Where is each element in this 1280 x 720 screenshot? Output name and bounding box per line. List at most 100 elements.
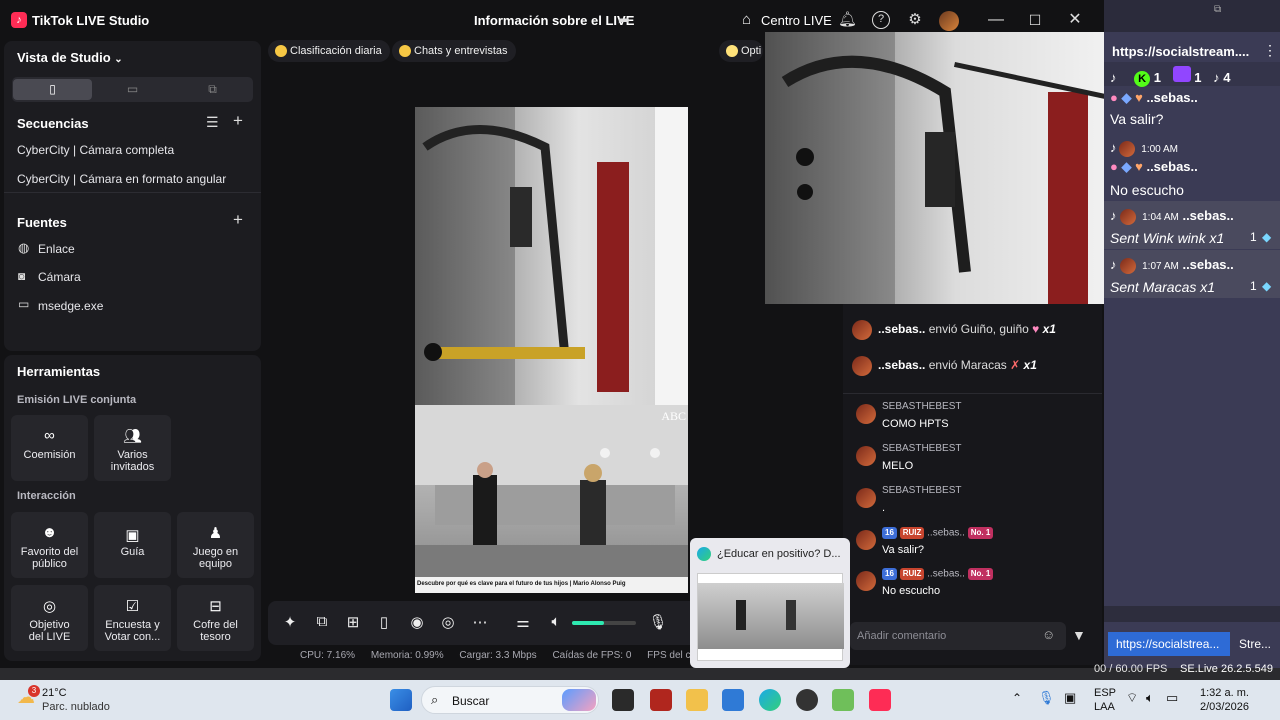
clock-date[interactable]: 2/03/2026 bbox=[1200, 701, 1249, 713]
restore-icon[interactable]: ⧉ bbox=[1214, 4, 1221, 15]
cohost-section-title: Emisión LIVE conjunta bbox=[17, 394, 137, 406]
edge-thumbnail-preview[interactable]: ¿Educar en positivo? D... bbox=[690, 538, 850, 668]
display-icon[interactable]: ▣ bbox=[1064, 690, 1076, 706]
file-explorer-icon[interactable] bbox=[686, 689, 708, 711]
wifi-icon[interactable]: ⌔ bbox=[1126, 690, 1138, 706]
chat-username: SEBASTHEBEST bbox=[882, 485, 962, 496]
live-info-title[interactable]: Información sobre el LIVE bbox=[474, 13, 634, 28]
status-bar: CPU: 7.16% Memoria: 0.99% Cargar: 3.3 Mb… bbox=[300, 650, 709, 661]
source-item-link[interactable]: Enlace bbox=[38, 242, 75, 256]
chat-username: ..sebas.. bbox=[927, 527, 965, 539]
battery-icon[interactable]: ▭ bbox=[1166, 690, 1178, 706]
source-item-camera[interactable]: Cámara bbox=[38, 270, 81, 284]
poll-label: Encuesta y Votar con... bbox=[104, 619, 161, 643]
language-label[interactable]: ESP bbox=[1094, 687, 1116, 699]
optimize-chip[interactable]: Opti bbox=[719, 40, 764, 62]
phone-icon[interactable]: ▯ bbox=[374, 613, 394, 631]
badge-icon: ● bbox=[1110, 90, 1118, 105]
filter-icon[interactable]: ▼ bbox=[1072, 627, 1086, 643]
edge-icon[interactable] bbox=[759, 689, 781, 711]
chevron-up-icon[interactable]: ⌃ bbox=[1012, 691, 1022, 705]
chat-icon bbox=[399, 45, 411, 57]
chat-username: SEBASTHEBEST bbox=[882, 443, 962, 454]
obs-icon[interactable] bbox=[796, 689, 818, 711]
ss-gift-count: 1 bbox=[1250, 279, 1257, 293]
diamond-icon: ◆ bbox=[1121, 90, 1132, 105]
socialstream-url[interactable]: https://socialstream.... bbox=[1112, 44, 1249, 59]
store-icon[interactable] bbox=[722, 689, 744, 711]
studio-panel: Vista de Studio ⌄ ▯ ▭ ⧉ Secuencias ☰ + C… bbox=[4, 41, 261, 351]
add-source-icon[interactable]: + bbox=[233, 210, 243, 230]
chat-badges: 16 RUIZ ..sebas.. No. 1 bbox=[882, 527, 994, 539]
horizontal-orientation-button[interactable]: ▭ bbox=[93, 79, 172, 100]
app-icon[interactable] bbox=[650, 689, 672, 711]
emoji-icon[interactable]: ☺ bbox=[1042, 627, 1055, 642]
source-item-msedge[interactable]: msedge.exe bbox=[38, 299, 103, 313]
taskbar-search[interactable]: ⌕ Buscar bbox=[421, 686, 599, 714]
more-icon[interactable]: ⋮ bbox=[1263, 42, 1277, 59]
cohost-button[interactable]: ∞ Coemisión bbox=[11, 415, 88, 481]
dual-orientation-button[interactable]: ⧉ bbox=[173, 79, 252, 100]
stream-preview[interactable]: ABC Descubre por qué es clave para el fu… bbox=[415, 107, 688, 593]
temperature: 21°C bbox=[42, 687, 67, 699]
share-icon[interactable]: ➦ bbox=[618, 11, 631, 29]
layout-label[interactable]: LAA bbox=[1094, 701, 1115, 713]
sliders-icon[interactable]: ⚌ bbox=[513, 613, 533, 631]
sequence-item[interactable]: CyberCity | Cámara completa bbox=[17, 143, 174, 157]
avatar[interactable] bbox=[939, 11, 959, 31]
magic-wand-icon[interactable]: ✦ bbox=[280, 613, 300, 631]
mic-icon[interactable]: 🎙︎ bbox=[1038, 690, 1055, 706]
tiktok-icon[interactable] bbox=[869, 689, 891, 711]
twitch-count: 1 bbox=[1194, 70, 1202, 85]
minimize-icon[interactable]: — bbox=[985, 9, 1007, 31]
avatar bbox=[856, 404, 876, 424]
volume-slider[interactable] bbox=[572, 621, 636, 625]
help-icon[interactable]: ? bbox=[872, 11, 890, 29]
multi-guest-button[interactable]: 👥︎ Varios invitados bbox=[94, 415, 171, 481]
home-icon[interactable]: ⌂ bbox=[742, 11, 751, 28]
treasure-chest-button[interactable]: ⊟ Cofre del tesoro bbox=[177, 585, 254, 651]
task-view-icon[interactable] bbox=[612, 689, 634, 711]
record-icon[interactable]: ◉ bbox=[407, 613, 427, 631]
vertical-orientation-button[interactable]: ▯ bbox=[13, 79, 92, 100]
guide-button[interactable]: ▣ Guía bbox=[94, 512, 171, 578]
poll-button[interactable]: ☑ Encuesta y Votar con... bbox=[94, 585, 171, 651]
audience-favorite-button[interactable]: ☻ Favorito del público bbox=[11, 512, 88, 578]
chat-text: Va salir? bbox=[882, 544, 924, 556]
list-icon[interactable]: ☰ bbox=[206, 114, 219, 131]
add-sequence-icon[interactable]: + bbox=[233, 111, 243, 131]
camera-preview-window[interactable] bbox=[765, 32, 1112, 304]
replay-icon[interactable]: ◎ bbox=[438, 613, 458, 631]
chats-interviews-chip[interactable]: Chats y entrevistas bbox=[392, 40, 516, 62]
live-center-button[interactable]: Centro LIVE bbox=[761, 13, 832, 28]
start-icon[interactable] bbox=[390, 689, 412, 711]
scene-icon[interactable]: ⧉ bbox=[312, 613, 332, 630]
sources-title: Fuentes bbox=[17, 215, 67, 230]
ss-tab[interactable]: https://socialstrea... bbox=[1108, 632, 1230, 656]
ss-tab[interactable]: Stre... bbox=[1239, 637, 1271, 651]
users-icon: 👥︎ bbox=[122, 428, 143, 445]
maximize-icon[interactable]: ☐ bbox=[1024, 9, 1046, 31]
ss-message-header: ● ◆ ♥ ..sebas.. bbox=[1110, 90, 1198, 106]
close-icon[interactable]: ✕ bbox=[1064, 9, 1086, 31]
more-icon[interactable]: ⋯ bbox=[470, 613, 490, 631]
stream-toolbar: ✦ ⧉ ⊞ ▯ ◉ ◎ ⋯ ⚌ 🔈︎ 🎙︎ bbox=[268, 601, 700, 645]
app-icon[interactable] bbox=[832, 689, 854, 711]
fan-badge: RUIZ bbox=[899, 568, 925, 580]
studio-view-dropdown[interactable]: Vista de Studio ⌄ bbox=[17, 50, 123, 65]
speaker-icon[interactable]: 🔈︎ bbox=[1146, 690, 1154, 706]
team-game-button[interactable]: ♟ Juego en equipo bbox=[177, 512, 254, 578]
clock-time[interactable]: 1:32 a. m. bbox=[1200, 687, 1249, 699]
daily-ranking-chip[interactable]: Clasificación diaria bbox=[268, 40, 390, 62]
gear-icon[interactable]: ⚙ bbox=[906, 11, 924, 29]
comment-input[interactable]: Añadir comentario bbox=[850, 622, 1066, 650]
ss-username: ..sebas.. bbox=[1146, 90, 1198, 105]
bell-icon[interactable]: 🔔︎ bbox=[838, 11, 857, 29]
volume-icon[interactable]: 🔈︎ bbox=[546, 613, 566, 630]
fan-badge: RUIZ bbox=[899, 527, 925, 539]
mic-muted-icon[interactable]: 🎙︎ bbox=[648, 613, 668, 631]
live-goal-button[interactable]: ◎ Objetivo del LIVE bbox=[11, 585, 88, 651]
effects-icon[interactable]: ⊞ bbox=[343, 613, 363, 631]
guide-icon: ▣ bbox=[125, 527, 140, 544]
sequence-item[interactable]: CyberCity | Cámara en formato angular bbox=[17, 172, 226, 186]
